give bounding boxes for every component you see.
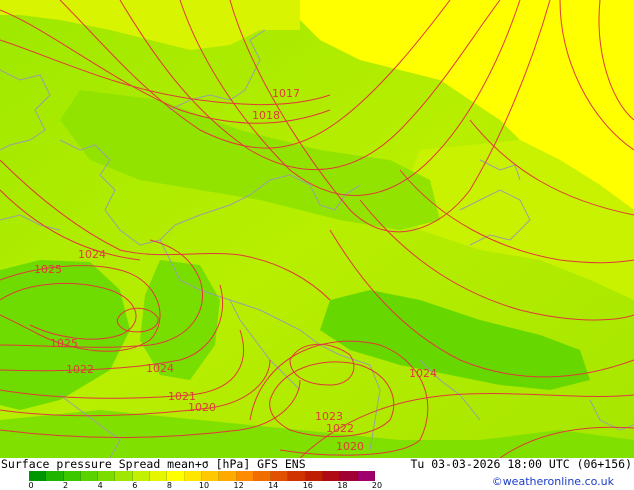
isobar-label: 1022 [66,363,94,376]
credit-link[interactable]: ©weatheronline.co.uk [492,475,614,488]
legend-swatch [29,471,47,481]
legend-swatch [115,471,133,481]
isobar-label: 1017 [272,87,300,100]
isobar-label: 1018 [252,109,280,122]
isobar-label: 1024 [409,367,437,380]
legend-tick-label: 10 [198,481,210,490]
legend-tick-label: 8 [166,481,172,490]
isobar-label: 1024 [146,362,174,375]
isobar-label: 1020 [188,401,216,414]
legend-tick-label: 4 [97,481,103,490]
legend-swatch [271,471,289,481]
legend-swatch [340,471,358,481]
legend-tick-label: 12 [233,481,244,490]
isobar-label: 1020 [336,440,364,453]
legend-swatch [305,471,324,481]
legend-tick-label: 18 [337,481,348,490]
isobar-label: 1025 [34,263,62,276]
legend-tick-label: 14 [268,481,279,490]
isobar-label: 1024 [78,248,106,261]
legend-swatch [63,471,81,481]
map-valid-time: Tu 03-03-2026 18:00 UTC (06+156) [410,457,632,471]
color-legend: 0 2 4 6 8 10 12 14 16 18 20 ©weatheronline.co.uk [0,471,634,490]
legend-swatch [98,471,116,481]
legend-swatch [167,471,185,481]
pressure-map: 1017 1018 1024 1025 1025 1022 1024 1021 … [0,0,634,458]
legend-swatch [132,471,151,481]
legend-swatch [288,471,306,481]
legend-swatch [219,471,237,481]
map-title: Surface pressure Spread mean+σ [hPa] GFS… [1,457,306,471]
legend-swatch [80,471,99,481]
isobar-label: 1022 [326,422,354,435]
legend-swatch [236,471,254,481]
legend-tick-label: 2 [63,481,69,490]
legend-swatch [357,471,375,481]
title-bar: Surface pressure Spread mean+σ [hPa] GFS… [0,458,634,471]
legend-color-scale [29,471,375,481]
legend-swatch [150,471,168,481]
legend-tick-label: 16 [302,481,313,490]
legend-tick-label: 6 [132,481,138,490]
legend-swatch [46,471,64,481]
legend-swatch [323,471,341,481]
legend-swatch [253,471,272,481]
legend-swatch [201,471,220,481]
legend-tick-label: 20 [371,481,383,490]
legend-tick-label: 0 [28,481,34,490]
isobar-label: 1025 [50,337,78,350]
legend-swatch [184,471,202,481]
